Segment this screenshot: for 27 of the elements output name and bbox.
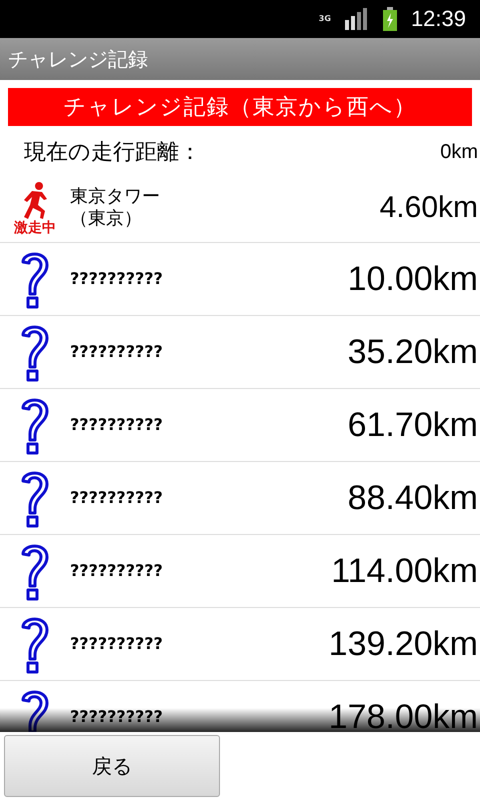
checkpoint-distance: 61.70km — [348, 406, 478, 444]
checkpoint-name: （東京） — [70, 208, 143, 230]
window-title: チャレンジ記録 — [8, 46, 148, 72]
clock-time: 12:39 — [410, 6, 466, 32]
checkpoint-distance: 114.00km — [331, 552, 478, 590]
checkpoint-name: ?????????? — [70, 488, 164, 508]
back-button[interactable]: 戻る — [4, 735, 220, 797]
running-status-label: 激走中 — [14, 221, 56, 235]
checkpoint-distance: 139.20km — [328, 624, 478, 664]
distance-label: 現在の走行距離： — [24, 139, 201, 167]
checkpoint-name: ?????????? — [70, 561, 164, 581]
checkpoint-name: ?????????? — [70, 634, 164, 654]
checkpoint-name: ?????????? — [70, 707, 164, 727]
checkpoint-name: ?????????? — [70, 269, 164, 289]
distance-value: 0km — [440, 140, 478, 164]
checkpoint-distance: 88.40km — [348, 478, 478, 518]
battery-charging-icon — [382, 7, 397, 31]
checkpoint-name: ?????????? — [70, 342, 164, 362]
network-label: 3G — [318, 15, 331, 23]
banner-title: チャレンジ記録（東京から西へ） — [64, 94, 416, 122]
checkpoint-distance: 4.60km — [380, 191, 478, 225]
checkpoint-name: 東京タワー — [70, 186, 161, 208]
checkpoint-distance: 10.00km — [348, 260, 478, 298]
checkpoint-name: ?????????? — [70, 415, 164, 435]
checkpoint-distance: 35.20km — [348, 332, 478, 372]
signal-icon — [344, 8, 369, 30]
checkpoint-distance: 178.00km — [328, 698, 478, 732]
